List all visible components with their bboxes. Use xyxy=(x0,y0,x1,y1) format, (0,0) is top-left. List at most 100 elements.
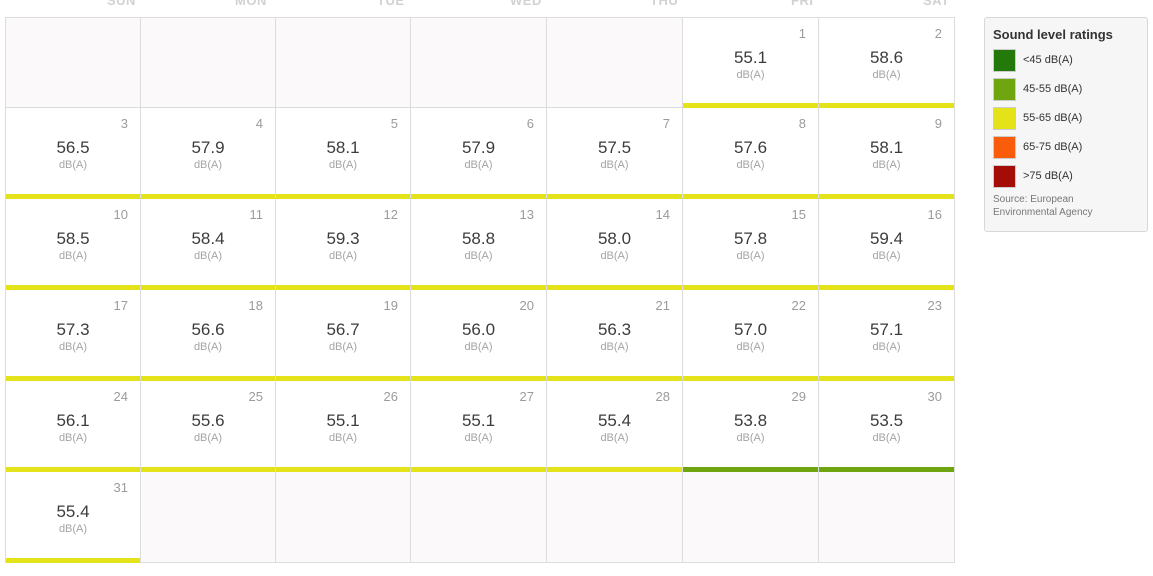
sound-level-unit: dB(A) xyxy=(872,159,901,171)
calendar-day-cell: 13 58.8 dB(A) xyxy=(411,199,547,290)
sound-level-value: 56.0 xyxy=(461,320,496,339)
sound-level-unit: dB(A) xyxy=(600,159,629,171)
legend-swatch xyxy=(993,106,1016,130)
sound-level-unit: dB(A) xyxy=(58,250,88,262)
sound-level-value: 55.1 xyxy=(733,48,768,67)
sound-level-value: 58.0 xyxy=(597,229,632,248)
calendar-empty-cell xyxy=(276,17,411,108)
sound-level-value: 56.7 xyxy=(326,320,360,339)
sound-level-unit: dB(A) xyxy=(328,250,358,262)
sound-level-unit: dB(A) xyxy=(872,341,901,353)
day-number: 14 xyxy=(655,207,670,222)
day-number: 27 xyxy=(519,389,534,404)
sound-level-unit: dB(A) xyxy=(58,159,88,171)
sound-level-unit: dB(A) xyxy=(193,159,223,171)
calendar-empty-cell xyxy=(547,17,683,108)
sound-level-value: 57.9 xyxy=(461,138,496,157)
calendar-empty-cell xyxy=(683,472,819,563)
sound-level-unit: dB(A) xyxy=(464,432,493,444)
legend-item: 65-75 dB(A) xyxy=(993,135,1139,159)
day-number: 3 xyxy=(120,116,128,131)
legend-swatch xyxy=(993,48,1016,72)
calendar-day-cell: 2 58.6 dB(A) xyxy=(819,17,955,108)
day-number: 9 xyxy=(934,116,942,131)
calendar-day-cell: 22 57.0 dB(A) xyxy=(683,290,819,381)
day-number: 28 xyxy=(655,389,670,404)
calendar-empty-cell xyxy=(411,17,547,108)
legend-label: >75 dB(A) xyxy=(1023,170,1073,182)
sound-level-unit: dB(A) xyxy=(58,432,88,444)
calendar-day-cell: 20 56.0 dB(A) xyxy=(411,290,547,381)
sound-level-value: 53.5 xyxy=(869,411,904,430)
sound-level-value: 59.4 xyxy=(869,229,904,248)
calendar-day-cell: 9 58.1 dB(A) xyxy=(819,108,955,199)
sound-level-unit: dB(A) xyxy=(872,250,901,262)
day-number: 22 xyxy=(791,298,806,313)
calendar-day-cell: 29 53.8 dB(A) xyxy=(683,381,819,472)
calendar-day-cell: 26 55.1 dB(A) xyxy=(276,381,411,472)
calendar-day-cell: 3 56.5 dB(A) xyxy=(5,108,141,199)
day-number: 2 xyxy=(934,26,942,41)
sound-level-unit: dB(A) xyxy=(464,159,493,171)
calendar-day-cell: 30 53.5 dB(A) xyxy=(819,381,955,472)
weekday-sat: SAT xyxy=(923,0,950,8)
day-number: 8 xyxy=(798,116,806,131)
calendar-day-cell: 5 58.1 dB(A) xyxy=(276,108,411,199)
weekday-thu: THU xyxy=(650,0,679,8)
sound-level-value: 58.1 xyxy=(326,138,360,157)
sound-level-legend: Sound level ratings <45 dB(A) 45-55 dB(A)… xyxy=(984,17,1148,232)
calendar-day-cell: 21 56.3 dB(A) xyxy=(547,290,683,381)
day-number: 29 xyxy=(791,389,806,404)
sound-level-value: 57.3 xyxy=(56,320,90,339)
day-number: 1 xyxy=(798,26,806,41)
calendar-day-cell: 19 56.7 dB(A) xyxy=(276,290,411,381)
sound-level-value: 57.9 xyxy=(191,138,225,157)
calendar-day-cell: 25 55.6 dB(A) xyxy=(141,381,276,472)
calendar-day-cell: 10 58.5 dB(A) xyxy=(5,199,141,290)
day-number: 4 xyxy=(255,116,263,131)
calendar-empty-cell xyxy=(141,472,276,563)
calendar-day-cell: 1 55.1 dB(A) xyxy=(683,17,819,108)
day-number: 25 xyxy=(248,389,263,404)
calendar-day-cell: 15 57.8 dB(A) xyxy=(683,199,819,290)
day-number: 6 xyxy=(526,116,534,131)
calendar-day-cell: 14 58.0 dB(A) xyxy=(547,199,683,290)
sound-level-unit: dB(A) xyxy=(58,523,88,535)
sound-level-unit: dB(A) xyxy=(736,159,765,171)
weekday-header: SUN MON TUE WED THU FRI SAT xyxy=(5,0,955,8)
day-number: 16 xyxy=(927,207,942,222)
weekday-mon: MON xyxy=(235,0,267,8)
sound-level-unit: dB(A) xyxy=(193,432,223,444)
sound-level-unit: dB(A) xyxy=(600,341,629,353)
calendar-day-cell: 28 55.4 dB(A) xyxy=(547,381,683,472)
sound-level-value: 57.6 xyxy=(733,138,768,157)
day-number: 17 xyxy=(113,298,128,313)
sound-level-value: 55.1 xyxy=(461,411,496,430)
calendar-day-cell: 23 57.1 dB(A) xyxy=(819,290,955,381)
sound-level-value: 56.6 xyxy=(191,320,225,339)
sound-level-value: 57.8 xyxy=(733,229,768,248)
day-number: 10 xyxy=(113,207,128,222)
calendar-day-cell: 12 59.3 dB(A) xyxy=(276,199,411,290)
day-number: 11 xyxy=(249,207,264,222)
sound-level-value: 58.1 xyxy=(869,138,904,157)
day-number: 5 xyxy=(390,116,398,131)
day-number: 23 xyxy=(927,298,942,313)
weekday-tue: TUE xyxy=(377,0,405,8)
legend-swatch xyxy=(993,135,1016,159)
sound-level-value: 57.0 xyxy=(733,320,768,339)
calendar-day-cell: 18 56.6 dB(A) xyxy=(141,290,276,381)
calendar-day-cell: 4 57.9 dB(A) xyxy=(141,108,276,199)
sound-level-value: 58.6 xyxy=(869,48,904,67)
calendar-day-cell: 27 55.1 dB(A) xyxy=(411,381,547,472)
calendar-day-cell: 17 57.3 dB(A) xyxy=(5,290,141,381)
legend-title: Sound level ratings xyxy=(993,27,1113,42)
day-number: 26 xyxy=(383,389,398,404)
day-number: 7 xyxy=(662,116,670,131)
day-number: 15 xyxy=(791,207,806,222)
calendar-day-cell: 11 58.4 dB(A) xyxy=(141,199,276,290)
calendar-empty-cell xyxy=(141,17,276,108)
legend-source: Source: European Environmental Agency xyxy=(993,194,1093,218)
sound-level-value: 56.1 xyxy=(56,411,90,430)
sound-level-unit: dB(A) xyxy=(872,69,901,81)
